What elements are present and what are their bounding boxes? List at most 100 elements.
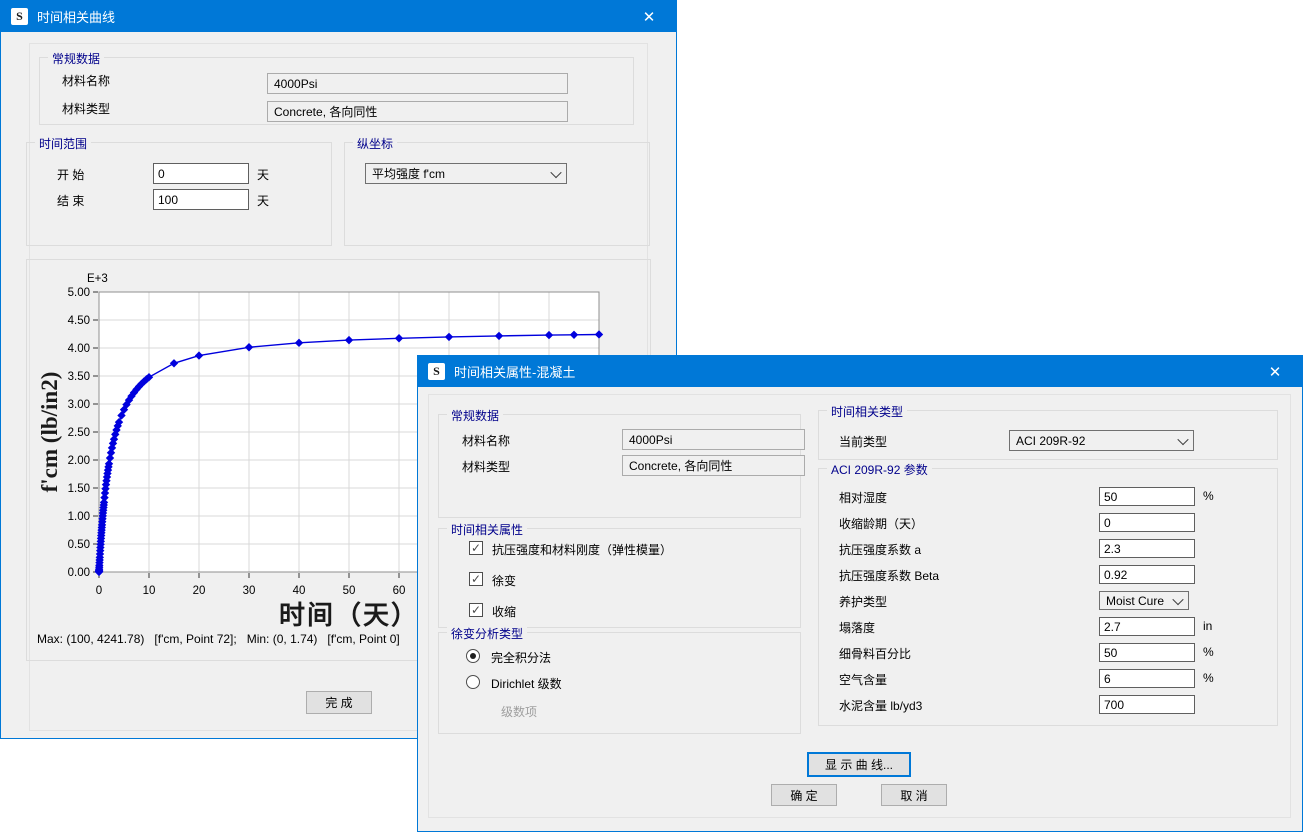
param-input-relative-humidity[interactable] (1099, 487, 1195, 506)
checkbox-creep[interactable]: ✓ (469, 572, 483, 586)
svg-text:50: 50 (343, 585, 356, 597)
material-name-value: 4000Psi (629, 433, 672, 447)
param-unit: % (1203, 671, 1214, 685)
dialog2-title: 时间相关属性-混凝土 (454, 362, 575, 381)
svg-text:1.00: 1.00 (68, 511, 90, 523)
group-label: 徐变分析类型 (447, 625, 527, 642)
group-label: 常规数据 (48, 50, 104, 67)
checkbox-compressive-strength[interactable]: ✓ (469, 541, 483, 555)
current-type-label: 当前类型 (839, 433, 887, 450)
svg-text:3.00: 3.00 (68, 399, 90, 411)
svg-text:0.00: 0.00 (68, 567, 90, 579)
svg-text:10: 10 (143, 585, 156, 597)
group-label: 时间相关属性 (447, 521, 527, 538)
material-type-label: 材料类型 (62, 100, 110, 117)
chart-max-min-annotation: Max: (100, 4241.78) [f'cm, Point 72]; Mi… (37, 632, 400, 646)
desktop: { "icons": { "app": "S", "close": "✕", "… (0, 0, 1303, 835)
param-unit: % (1203, 489, 1214, 503)
param-input-strength-coeff-a[interactable] (1099, 539, 1195, 558)
ordinate-selected-value: 平均强度 f'cm (372, 165, 445, 182)
param-input-strength-coeff-beta[interactable] (1099, 565, 1195, 584)
param-unit: in (1203, 619, 1212, 633)
start-unit-label: 天 (257, 166, 269, 183)
cancel-button[interactable]: 取 消 (881, 784, 947, 806)
material-name-label: 材料名称 (462, 432, 510, 449)
series-terms-label: 级数项 (501, 703, 537, 720)
param-label-fine-aggregate: 细骨料百分比 (839, 645, 911, 662)
group-general-data: 常规数据 材料名称 4000Psi 材料类型 Concrete, 各向同性 (438, 414, 801, 518)
svg-text:2.00: 2.00 (68, 455, 90, 467)
param-unit: % (1203, 645, 1214, 659)
dialog1-title: 时间相关曲线 (37, 7, 115, 26)
radio-dirichlet-series[interactable] (466, 675, 480, 689)
checkbox-compressive-strength-label: 抗压强度和材料刚度（弹性模量） (492, 541, 672, 558)
svg-text:0: 0 (96, 585, 102, 597)
close-icon[interactable]: ✕ (1258, 363, 1292, 381)
cure-type-select[interactable]: Moist Cure (1099, 591, 1189, 610)
material-name-label: 材料名称 (62, 72, 110, 89)
group-label: 时间范围 (35, 135, 91, 152)
material-type-value: Concrete, 各向同性 (629, 457, 732, 474)
svg-text:60: 60 (393, 585, 406, 597)
svg-text:E+3: E+3 (87, 273, 108, 285)
param-input-slump[interactable] (1099, 617, 1195, 636)
material-type-field: Concrete, 各向同性 (267, 101, 568, 122)
app-icon: S (11, 8, 28, 25)
param-input-air-content[interactable] (1099, 669, 1195, 688)
radio-full-integration-label: 完全积分法 (491, 649, 551, 666)
current-type-select[interactable]: ACI 209R-92 (1009, 430, 1194, 451)
cure-type-selected-value: Moist Cure (1106, 594, 1164, 608)
ordinate-select[interactable]: 平均强度 f'cm (365, 163, 567, 184)
checkbox-shrinkage[interactable]: ✓ (469, 603, 483, 617)
start-label: 开 始 (57, 166, 84, 183)
svg-text:时间（天）: 时间（天） (279, 601, 419, 630)
dialog1-titlebar[interactable]: S 时间相关曲线 ✕ (1, 1, 676, 32)
param-label-cement-content: 水泥含量 lb/yd3 (839, 697, 922, 714)
end-label: 结 束 (57, 192, 84, 209)
end-input[interactable] (153, 189, 249, 210)
material-type-label: 材料类型 (462, 458, 510, 475)
group-label: 常规数据 (447, 407, 503, 424)
chevron-down-icon (550, 166, 561, 177)
group-time-dependent-type: 时间相关类型 当前类型 ACI 209R-92 (818, 410, 1278, 460)
param-label-shrinkage-age: 收缩龄期（天） (839, 515, 923, 532)
current-type-selected-value: ACI 209R-92 (1016, 434, 1085, 448)
group-aci-parameters: ACI 209R-92 参数 相对湿度 % 收缩龄期（天） 抗压强度系数 a 抗… (818, 468, 1278, 726)
param-label-strength-coeff-beta: 抗压强度系数 Beta (839, 567, 939, 584)
svg-text:30: 30 (243, 585, 256, 597)
group-label: ACI 209R-92 参数 (827, 461, 932, 478)
param-label-strength-coeff-a: 抗压强度系数 a (839, 541, 921, 558)
param-input-cement-content[interactable] (1099, 695, 1195, 714)
close-icon[interactable]: ✕ (632, 8, 666, 26)
done-button[interactable]: 完 成 (306, 691, 372, 714)
group-time-range: 时间范围 开 始 天 结 束 天 (26, 142, 332, 246)
svg-text:0.50: 0.50 (68, 539, 90, 551)
svg-text:f'cm (lb/in2): f'cm (lb/in2) (37, 372, 62, 493)
dialog2-titlebar[interactable]: S 时间相关属性-混凝土 ✕ (418, 356, 1302, 387)
svg-text:1.50: 1.50 (68, 483, 90, 495)
svg-text:3.50: 3.50 (68, 371, 90, 383)
material-name-value: 4000Psi (274, 77, 317, 91)
material-type-value: Concrete, 各向同性 (274, 103, 377, 120)
param-input-fine-aggregate[interactable] (1099, 643, 1195, 662)
material-type-field: Concrete, 各向同性 (622, 455, 805, 476)
param-label-slump: 塌落度 (839, 619, 875, 636)
show-curve-button[interactable]: 显 示 曲 线... (807, 752, 911, 777)
dialog-time-dependent-properties: S 时间相关属性-混凝土 ✕ 常规数据 材料名称 4000Psi 材料类型 Co… (417, 355, 1303, 832)
svg-text:2.50: 2.50 (68, 427, 90, 439)
chevron-down-icon (1177, 433, 1188, 444)
param-label-relative-humidity: 相对湿度 (839, 489, 887, 506)
group-general-data: 常规数据 材料名称 4000Psi 材料类型 Concrete, 各向同性 (39, 57, 634, 125)
svg-text:40: 40 (293, 585, 306, 597)
group-label: 时间相关类型 (827, 403, 907, 420)
radio-full-integration[interactable] (466, 649, 480, 663)
svg-text:4.50: 4.50 (68, 315, 90, 327)
ok-button[interactable]: 确 定 (771, 784, 837, 806)
group-time-dependent-properties: 时间相关属性 ✓ 抗压强度和材料刚度（弹性模量） ✓ 徐变 ✓ 收缩 (438, 528, 801, 628)
chevron-down-icon (1172, 593, 1183, 604)
radio-dirichlet-series-label: Dirichlet 级数 (491, 675, 562, 692)
param-label-air-content: 空气含量 (839, 671, 887, 688)
start-input[interactable] (153, 163, 249, 184)
group-label: 纵坐标 (353, 135, 397, 152)
param-input-shrinkage-age[interactable] (1099, 513, 1195, 532)
